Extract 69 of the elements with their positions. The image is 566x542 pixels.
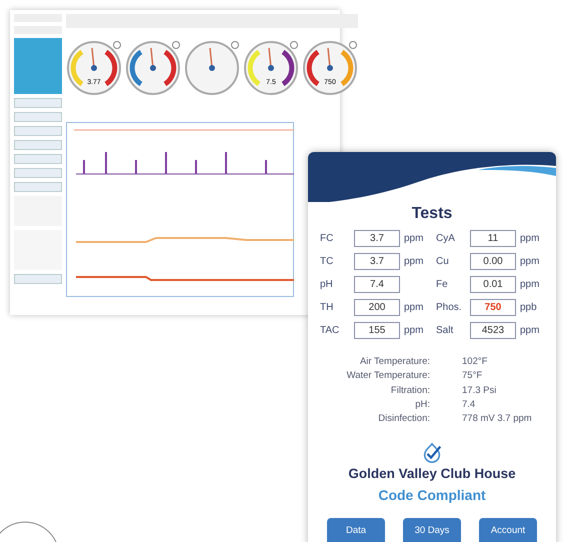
- reading-value: 7.4: [462, 398, 476, 412]
- test-label: Salt: [436, 324, 454, 338]
- card-button[interactable]: 30 Days: [403, 518, 461, 542]
- status-ring-icon: [113, 41, 121, 49]
- reading-label: Filtration:: [390, 384, 430, 398]
- test-value-field[interactable]: 0.00: [470, 253, 516, 270]
- test-value-field[interactable]: 155: [354, 322, 400, 339]
- sidebar-button[interactable]: [14, 112, 62, 122]
- sidebar-button[interactable]: [14, 274, 62, 284]
- test-value-field[interactable]: 3.7: [354, 253, 400, 270]
- status-ring-icon: [231, 41, 239, 49]
- unit-label: ppm: [520, 232, 540, 246]
- test-label: pH: [320, 278, 334, 292]
- reading-label: pH:: [414, 398, 430, 412]
- card-title: Tests: [412, 204, 452, 224]
- test-label: Phos.: [436, 301, 463, 315]
- gauge-needle: [91, 48, 97, 71]
- unit-label: ppm: [404, 255, 424, 269]
- unit-label: ppm: [520, 255, 540, 269]
- unit-label: ppm: [404, 301, 424, 315]
- gauge-face: [126, 41, 180, 95]
- photo-placeholder: [14, 38, 62, 94]
- gauge-needle: [150, 48, 156, 71]
- test-label: TAC: [320, 324, 340, 338]
- unit-label: ppm: [404, 232, 424, 246]
- unit-label: ppm: [520, 278, 540, 292]
- test-label: Cu: [436, 255, 450, 269]
- reading-value: 778 mV 3.7 ppm: [462, 412, 532, 426]
- reading-value: 102°F: [462, 355, 488, 369]
- unit-label: ppm: [520, 324, 540, 338]
- sidebar-button[interactable]: [14, 154, 62, 164]
- status-ring-icon: [172, 41, 180, 49]
- test-label: TC: [320, 255, 334, 269]
- card-button[interactable]: Data: [327, 518, 385, 542]
- gauge-face: [244, 41, 298, 95]
- gauge-needle: [268, 48, 274, 71]
- sidebar-button[interactable]: [14, 126, 62, 136]
- reading-label: Disinfection:: [377, 412, 430, 426]
- card-button[interactable]: Account: [479, 518, 537, 542]
- test-label: TH: [320, 301, 334, 315]
- reading-label: Air Temperature:: [358, 355, 430, 369]
- sidebar-button[interactable]: [14, 168, 62, 178]
- reading-value: 75°F: [462, 369, 482, 384]
- test-label: CyA: [436, 232, 456, 246]
- sidebar-button[interactable]: [14, 140, 62, 150]
- site-name: Golden Valley Club House: [348, 465, 516, 484]
- unit-label: ppb: [520, 301, 537, 315]
- test-label: Fe: [436, 278, 449, 292]
- test-label: FC: [320, 232, 334, 246]
- unit-label: ppm: [404, 324, 424, 338]
- status-ring-icon: [290, 41, 298, 49]
- test-value-field[interactable]: 750: [470, 299, 516, 316]
- sidebar-button[interactable]: [14, 182, 62, 192]
- test-value-field[interactable]: 200: [354, 299, 400, 316]
- gauge-face: [67, 41, 121, 95]
- test-value-field[interactable]: 7.4: [354, 276, 400, 293]
- test-value-field[interactable]: 11: [470, 230, 516, 247]
- reading-label: Water Temperature:: [346, 369, 430, 384]
- test-value-field[interactable]: 4523: [470, 322, 516, 339]
- check-badge-icon: [421, 442, 443, 464]
- test-value-field[interactable]: 0.01: [470, 276, 516, 293]
- test-value-field[interactable]: 3.7: [354, 230, 400, 247]
- sidebar-button[interactable]: [14, 98, 62, 108]
- gauge-needle: [209, 48, 215, 71]
- status-ring-icon: [349, 41, 357, 49]
- compliance-status: Code Compliant: [378, 486, 486, 505]
- gauge-needle: [327, 48, 333, 71]
- gauge-face: [185, 41, 239, 95]
- reading-value: 17.3 Psi: [462, 384, 496, 398]
